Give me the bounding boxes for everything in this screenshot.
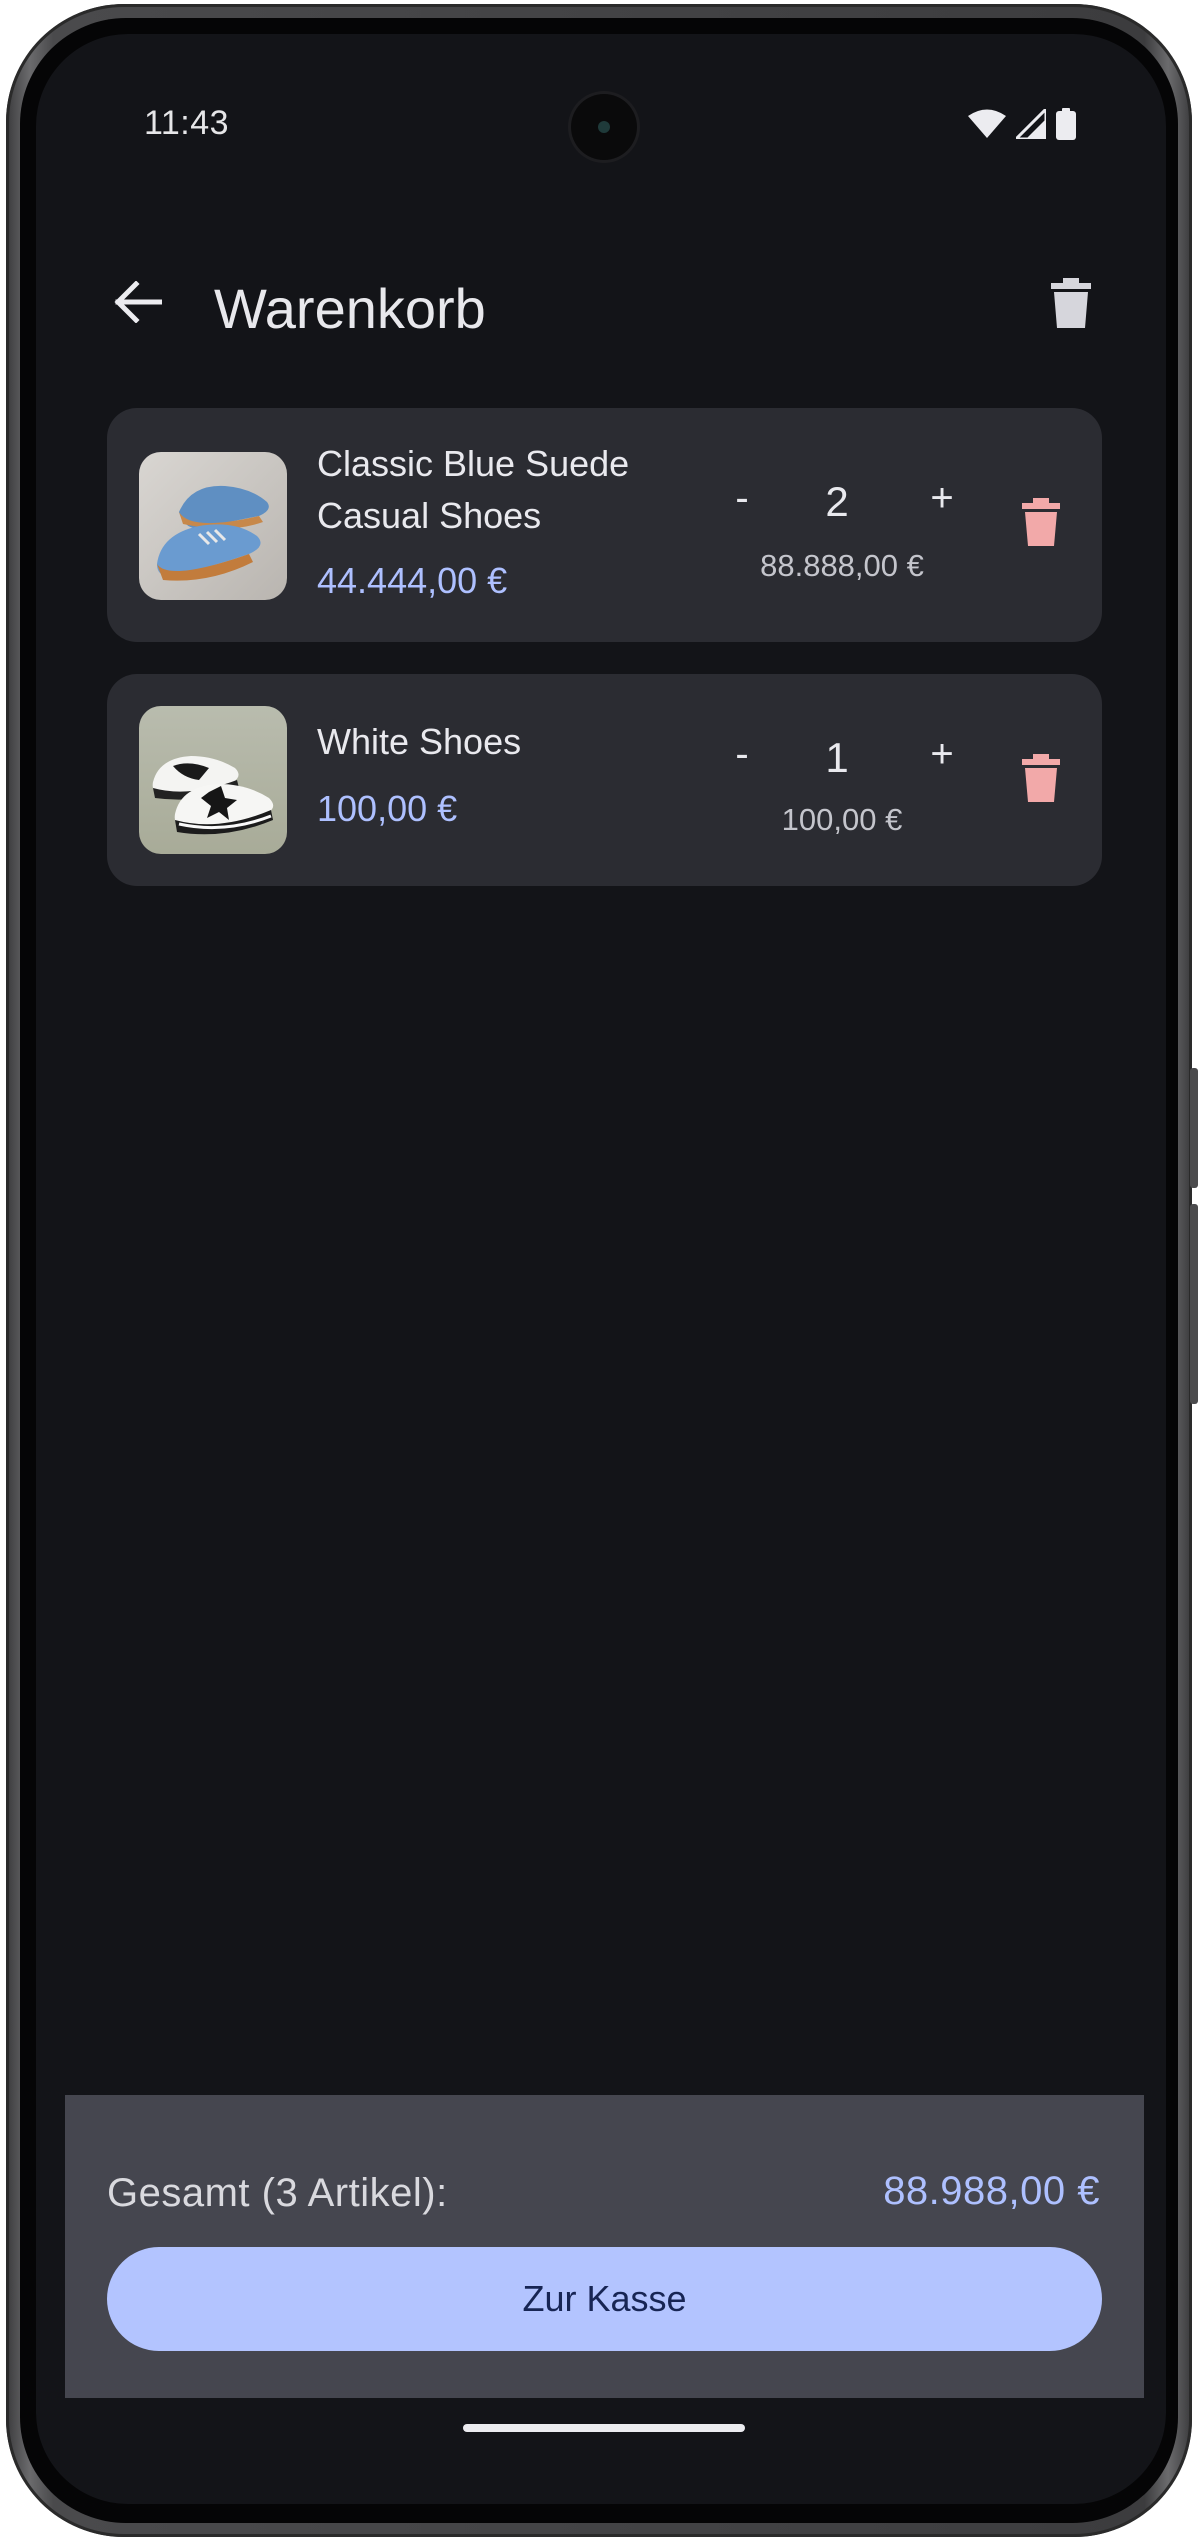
cart-item: White Shoes 100,00 € - 1 + 100,00 €	[107, 674, 1102, 886]
back-button[interactable]	[106, 272, 170, 336]
cart-summary: Gesamt (3 Artikel): 88.988,00 € Zur Kass…	[65, 2095, 1144, 2398]
increase-quantity-button[interactable]: +	[917, 476, 967, 521]
product-name: Classic Blue Suede Casual Shoes	[317, 443, 630, 536]
cart-item: Classic Blue Suede Casual Shoes 44.444,0…	[107, 408, 1102, 642]
product-image	[139, 706, 287, 854]
line-total: 100,00 €	[781, 802, 903, 837]
quantity-value: 2	[825, 478, 849, 525]
trash-icon	[1022, 497, 1060, 551]
volume-button	[1190, 1204, 1198, 1404]
product-unit-price: 100,00 €	[317, 788, 458, 829]
status-time: 11:43	[144, 104, 230, 142]
top-app-bar: Warenkorb	[36, 234, 1166, 374]
status-icons	[968, 104, 1076, 145]
signal-icon	[1012, 104, 1048, 144]
trash-icon	[1022, 753, 1060, 807]
trash-icon	[1051, 277, 1091, 333]
screen: 11:43 Warenkorb Classic Blue Suede Casua…	[36, 34, 1166, 2504]
page-title: Warenkorb	[214, 277, 486, 340]
home-indicator[interactable]	[463, 2424, 745, 2432]
cart-list: Classic Blue Suede Casual Shoes 44.444,0…	[107, 408, 1102, 918]
clear-cart-button[interactable]	[1036, 270, 1106, 340]
product-name: White Shoes	[317, 721, 522, 762]
quantity-value: 1	[825, 734, 849, 781]
decrease-quantity-button[interactable]: -	[717, 732, 767, 777]
battery-icon	[1056, 107, 1076, 145]
decrease-quantity-button[interactable]: -	[717, 476, 767, 521]
line-total: 88.888,00 €	[760, 548, 924, 583]
increase-quantity-button[interactable]: +	[917, 732, 967, 777]
remove-item-button[interactable]	[1009, 748, 1073, 812]
status-bar: 11:43	[36, 34, 1166, 184]
checkout-button-label: Zur Kasse	[522, 2278, 687, 2319]
checkout-button[interactable]: Zur Kasse	[107, 2247, 1102, 2351]
total-label: Gesamt (3 Artikel):	[107, 2171, 448, 2215]
device-frame: 11:43 Warenkorb Classic Blue Suede Casua…	[6, 4, 1198, 2537]
wifi-icon	[968, 109, 1006, 144]
front-camera	[571, 94, 637, 160]
total-amount: 88.988,00 €	[883, 2169, 1100, 2213]
arrow-back-icon	[114, 279, 163, 328]
power-button	[1190, 1068, 1198, 1188]
remove-item-button[interactable]	[1009, 492, 1073, 556]
product-unit-price: 44.444,00 €	[317, 560, 508, 601]
product-image	[139, 452, 287, 600]
